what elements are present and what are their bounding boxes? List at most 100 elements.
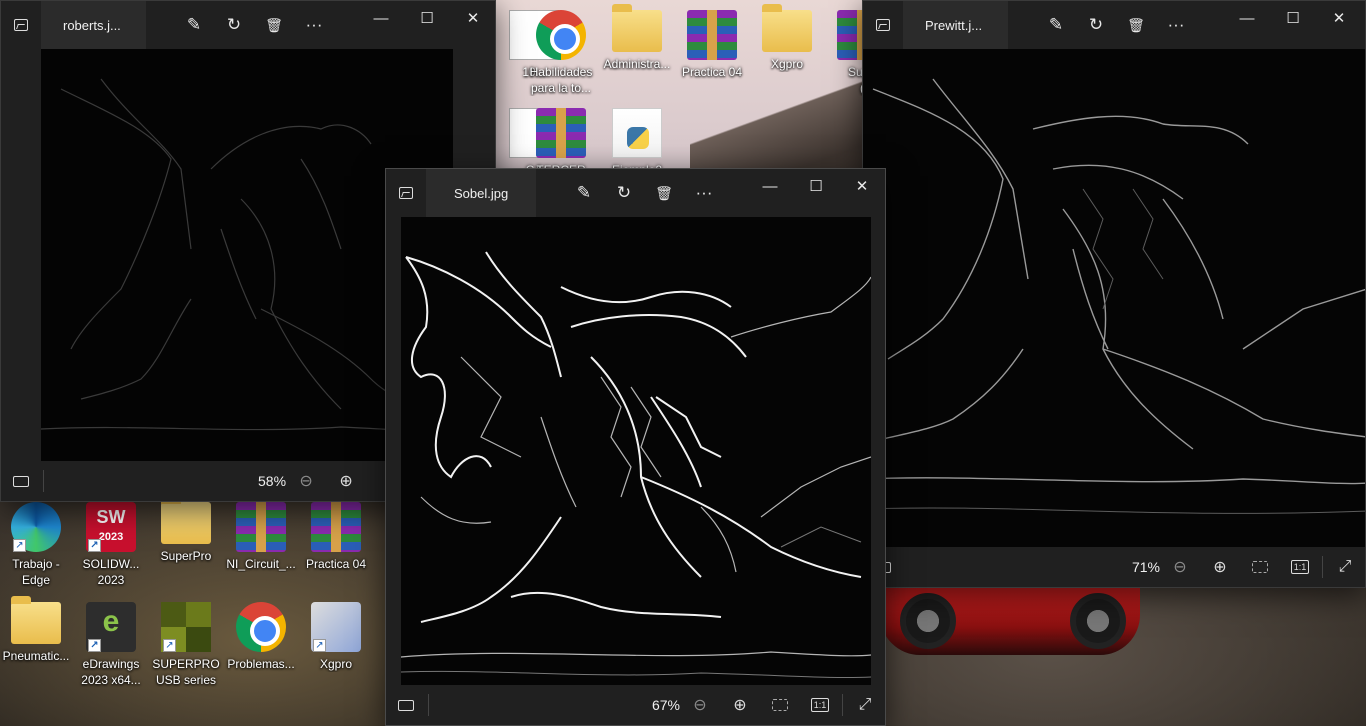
shortcut-arrow-icon: ↗ [163, 639, 176, 652]
superpro-icon: ↗ [161, 602, 211, 652]
edit-image-icon[interactable]: ✎ [1036, 5, 1076, 45]
fit-to-window-icon[interactable] [760, 685, 800, 725]
divider [842, 694, 843, 716]
close-icon[interactable]: ✕ [839, 169, 885, 203]
edit-image-icon[interactable]: ✎ [174, 5, 214, 45]
filmstrip-icon[interactable] [1, 461, 41, 501]
desktop-icon-problemas[interactable]: Problemas... [223, 602, 299, 672]
titlebar[interactable]: Prewitt.j... ✎ ↻ 🗑 ··· — ☐ ✕ [863, 1, 1365, 49]
rar-icon [311, 502, 361, 552]
edit-image-icon[interactable]: ✎ [564, 173, 604, 213]
photo-window-prewitt[interactable]: Prewitt.j... ✎ ↻ 🗑 ··· — ☐ ✕ 71% ⊖ ⊕ 1:1… [862, 0, 1366, 588]
sw-icon: SW 2023 ↗ [86, 502, 136, 552]
filmstrip-icon[interactable] [386, 685, 426, 725]
folder-icon [762, 4, 812, 52]
fit-to-window-icon[interactable] [1240, 547, 1280, 587]
rotate-icon[interactable]: ↻ [214, 5, 254, 45]
desktop-icon-ni-circuit[interactable]: NI_Circuit_... [223, 502, 299, 572]
divider [1322, 556, 1323, 578]
desktop-icon-xgpro-folder[interactable]: Xgpro [749, 4, 825, 72]
zoom-level[interactable]: 71% [1132, 559, 1160, 575]
photos-app-icon [1, 1, 41, 49]
actual-size-icon[interactable]: 1:1 [800, 685, 840, 725]
image-canvas-sobel[interactable] [401, 217, 871, 687]
minimize-icon[interactable]: — [358, 1, 404, 35]
maximize-icon[interactable]: ☐ [404, 1, 450, 35]
zoom-level[interactable]: 67% [652, 697, 680, 713]
rotate-icon[interactable]: ↻ [1076, 5, 1116, 45]
desktop-icon-solidworks[interactable]: SW 2023 ↗ SOLIDW... 2023 [73, 502, 149, 588]
edrawings-icon: e ↗ [86, 602, 136, 652]
photo-window-sobel[interactable]: Sobel.jpg ✎ ↻ 🗑 ··· — ☐ ✕ 67% ⊖ ⊕ 1:1 ⤢ [385, 168, 886, 726]
car-wheel [1070, 593, 1126, 649]
desktop-icon-label: eDrawings 2023 x64... [81, 657, 141, 687]
close-icon[interactable]: ✕ [1316, 1, 1362, 35]
desktop-icon-label: Xgpro [770, 57, 804, 71]
desktop-icon-label: SUPERPRO USB series [152, 657, 220, 687]
desktop-icon-xgpro[interactable]: ↗ Xgpro [298, 602, 374, 672]
delete-icon[interactable]: 🗑 [1116, 5, 1156, 45]
rar-icon [236, 502, 286, 552]
desktop-icon-label: Xgpro [319, 657, 353, 671]
statusbar: 71% ⊖ ⊕ 1:1 ⤢ [863, 547, 1365, 587]
titlebar[interactable]: Sobel.jpg ✎ ↻ 🗑 ··· — ☐ ✕ [386, 169, 885, 217]
desktop-icon-practica-04-top[interactable]: Practica 04 [674, 10, 750, 80]
zoom-in-icon[interactable]: ⊕ [1200, 547, 1240, 587]
prewitt-edge-image [863, 78, 1365, 514]
desktop-icon-superpro[interactable]: SuperPro [148, 496, 224, 564]
xgpro-icon: ↗ [311, 602, 361, 652]
close-icon[interactable]: ✕ [450, 1, 495, 35]
photos-app-icon [386, 169, 426, 217]
desktop-icon-superpro-usb[interactable]: ↗ SUPERPRO USB series [148, 602, 224, 688]
zoom-out-icon[interactable]: ⊖ [680, 685, 720, 725]
image-tab[interactable]: Sobel.jpg [426, 169, 536, 217]
desktop-icon-trabajo-edge[interactable]: ↗ Trabajo - Edge [0, 502, 74, 588]
zoom-out-icon[interactable]: ⊖ [1160, 547, 1200, 587]
desktop-icon-administra[interactable]: Administra... [599, 4, 675, 72]
zoom-in-icon[interactable]: ⊕ [720, 685, 760, 725]
more-options-icon[interactable]: ··· [294, 5, 334, 45]
minimize-icon[interactable]: — [1224, 1, 1270, 35]
more-options-icon[interactable]: ··· [684, 173, 724, 213]
statusbar: 67% ⊖ ⊕ 1:1 ⤢ [386, 685, 885, 725]
window-title: roberts.j... [63, 17, 121, 33]
zoom-out-icon[interactable]: ⊖ [286, 461, 326, 501]
desktop-icon-label: Practica 04 [305, 557, 367, 571]
shortcut-arrow-icon: ↗ [88, 539, 101, 552]
image-tab[interactable]: roberts.j... [41, 1, 146, 49]
rar-icon [687, 10, 737, 60]
desktop-icon-label: Practica 04 [681, 65, 743, 79]
desktop-icon-label: SOLIDW... 2023 [82, 557, 140, 587]
actual-size-icon[interactable]: 1:1 [1280, 547, 1320, 587]
delete-icon[interactable]: 🗑 [254, 5, 294, 45]
sobel-edge-image [401, 251, 871, 679]
rotate-icon[interactable]: ↻ [604, 173, 644, 213]
titlebar[interactable]: roberts.j... ✎ ↻ 🗑 ··· — ☐ ✕ [1, 1, 495, 49]
python-icon [612, 108, 662, 158]
car-wheel [900, 593, 956, 649]
desktop-icon-label: Problemas... [227, 657, 295, 671]
image-tab[interactable]: Prewitt.j... [903, 1, 1008, 49]
image-canvas-prewitt[interactable] [863, 49, 1365, 549]
chrome-icon [236, 602, 286, 652]
desktop-icon-label: Pneumatic... [2, 649, 70, 663]
minimize-icon[interactable]: — [747, 169, 793, 203]
fullscreen-icon[interactable]: ⤢ [1325, 547, 1365, 587]
fullscreen-icon[interactable]: ⤢ [845, 685, 885, 725]
desktop-icon-habilidades[interactable]: Habilidades para la to... [523, 10, 599, 96]
maximize-icon[interactable]: ☐ [1270, 1, 1316, 35]
shortcut-arrow-icon: ↗ [88, 639, 101, 652]
desktop-icon-edrawings[interactable]: e ↗ eDrawings 2023 x64... [73, 602, 149, 688]
delete-icon[interactable]: 🗑 [644, 173, 684, 213]
folder-chrome-icon [612, 4, 662, 52]
window-title: Prewitt.j... [925, 17, 983, 33]
desktop-icon-label: SuperPro [160, 549, 212, 563]
maximize-icon[interactable]: ☐ [793, 169, 839, 203]
more-options-icon[interactable]: ··· [1156, 5, 1196, 45]
divider [428, 694, 429, 716]
zoom-level[interactable]: 58% [258, 473, 286, 489]
zoom-in-icon[interactable]: ⊕ [326, 461, 366, 501]
desktop-icon-pneumatic[interactable]: Pneumatic... [0, 596, 74, 664]
folder-icon [161, 496, 211, 544]
desktop-icon-practica-04[interactable]: Practica 04 [298, 502, 374, 572]
